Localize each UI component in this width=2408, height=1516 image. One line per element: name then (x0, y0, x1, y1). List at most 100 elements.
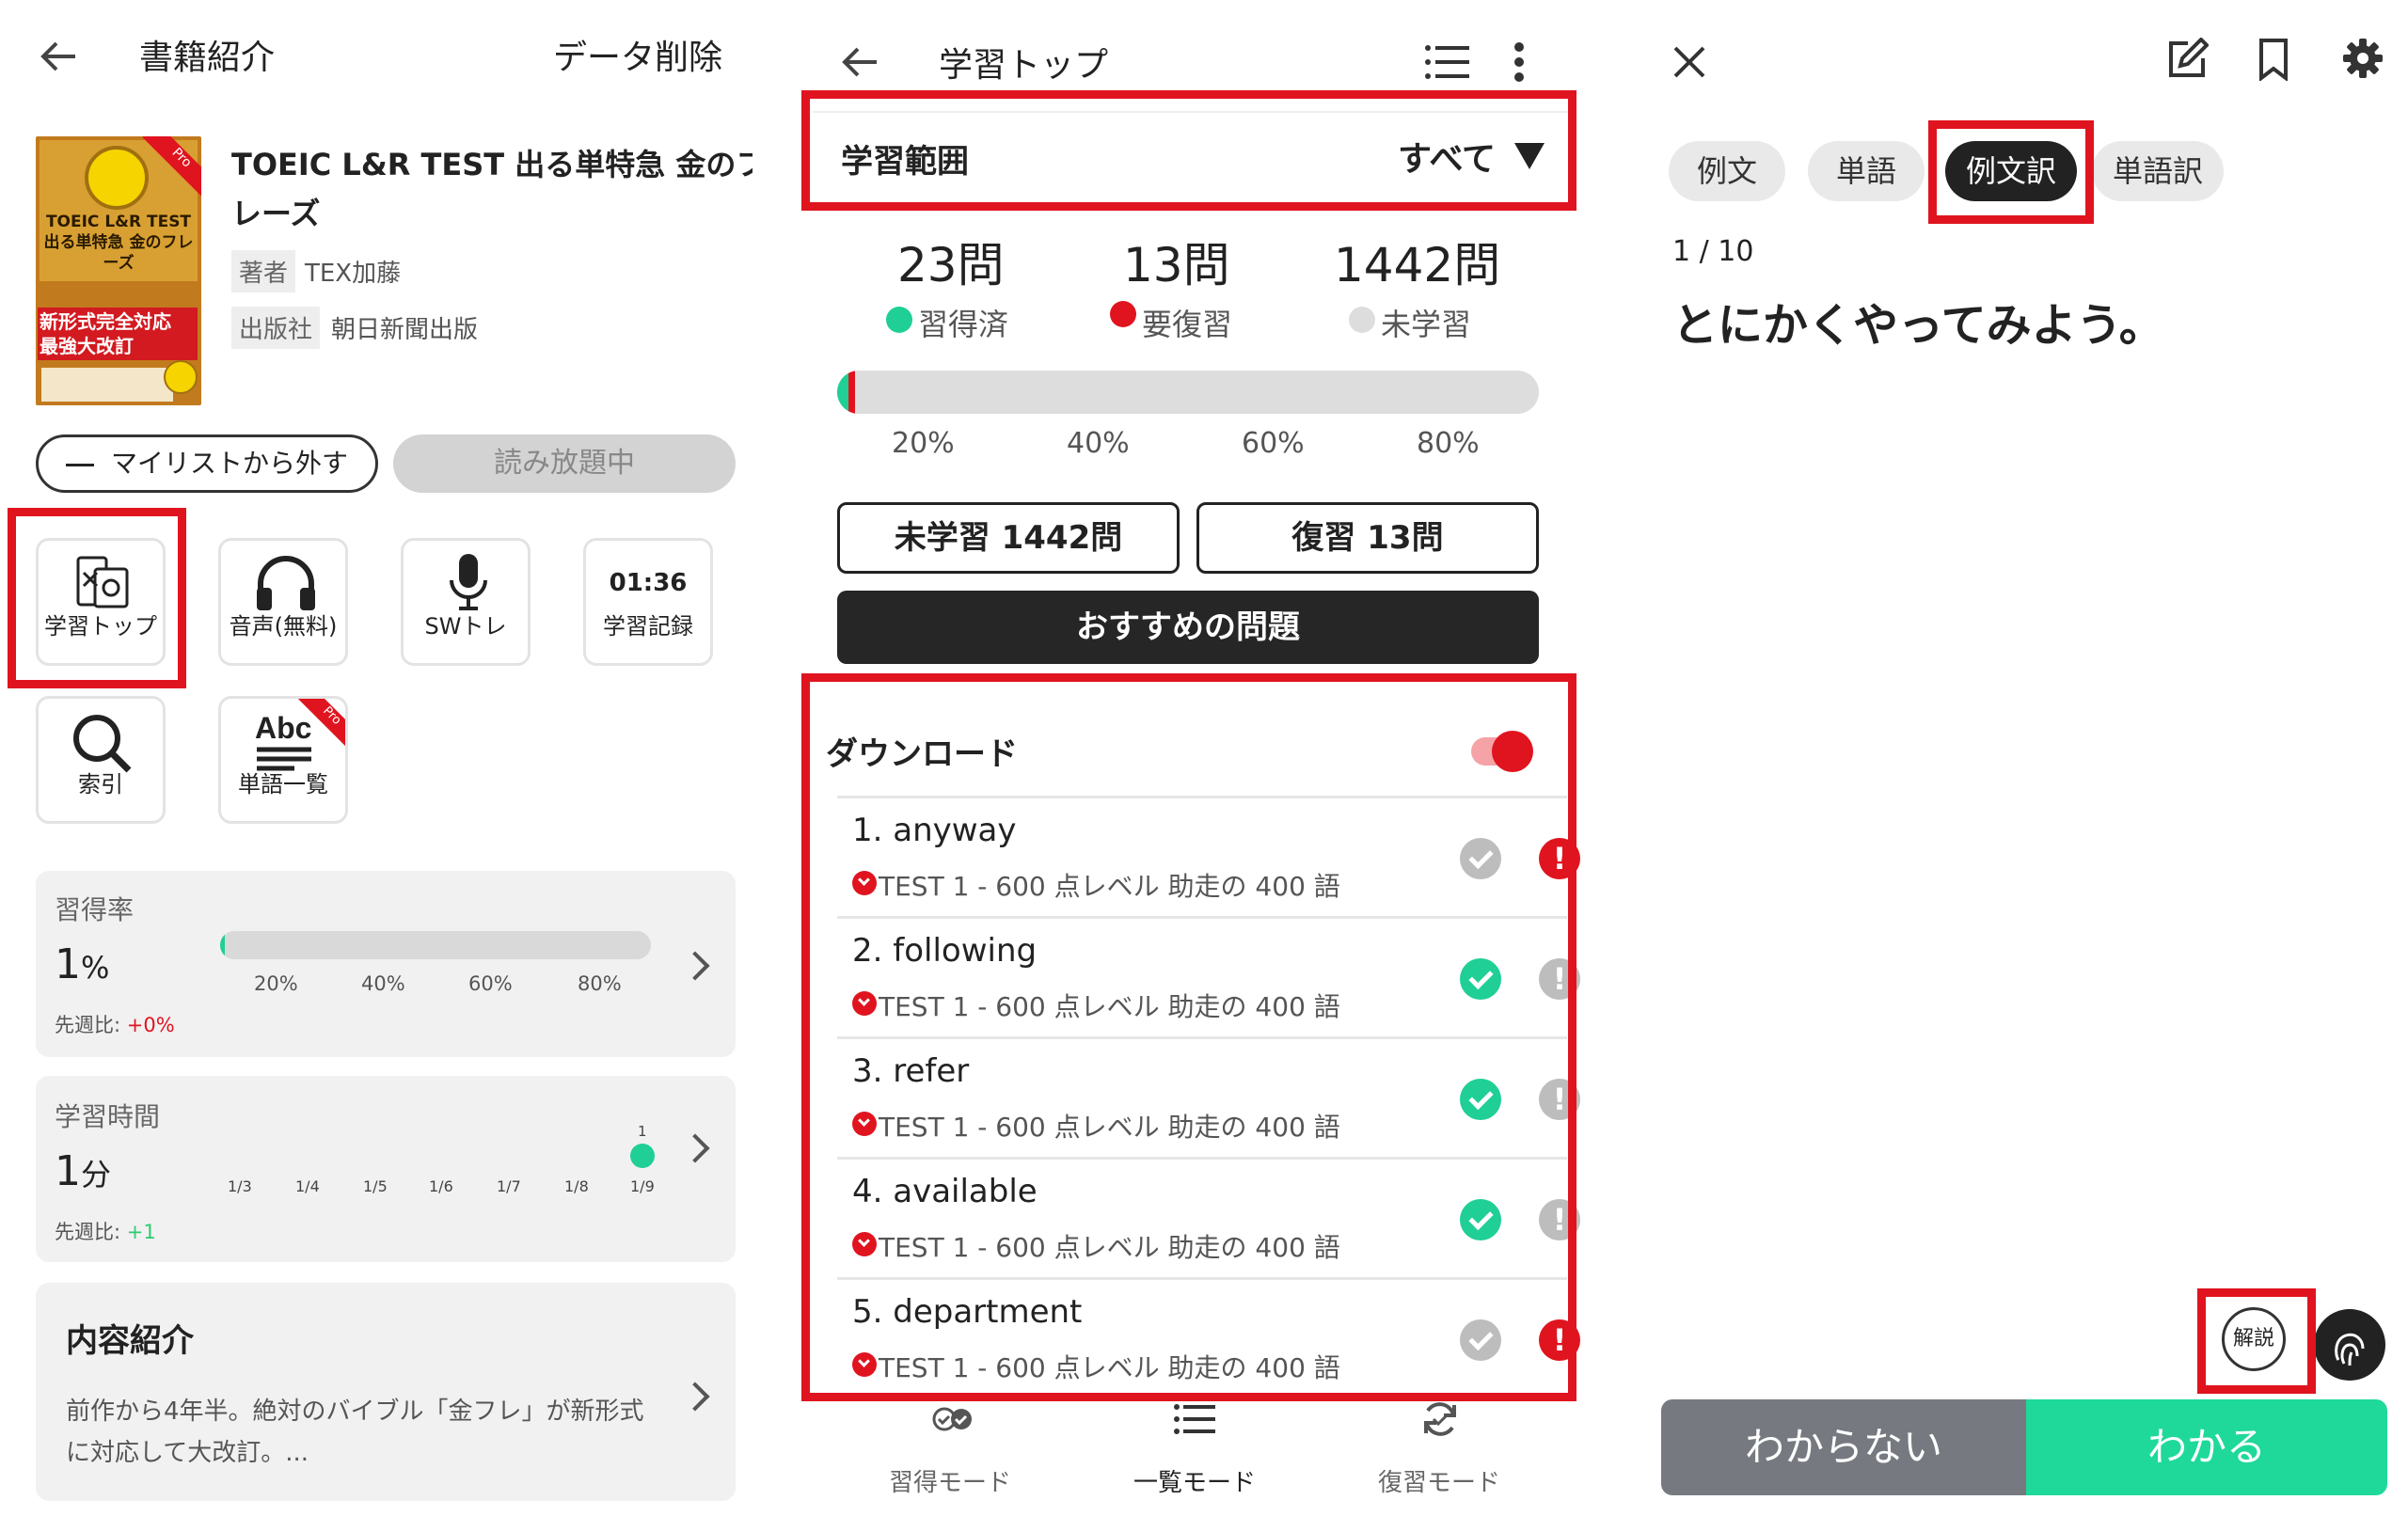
book-cover: Pro TOEIC L&R TEST 出る単特急 金のフレーズ 新形式完全対応 … (36, 136, 201, 405)
recommended-button[interactable]: おすすめの問題 (837, 591, 1539, 664)
study-top-tile[interactable]: 学習トップ (36, 538, 166, 666)
bottom-nav: 習得モード 一覧モード 復習モード (800, 1392, 1590, 1516)
page-title: 学習トップ (939, 46, 1109, 85)
tab-word-translation[interactable]: 単語訳 (2092, 141, 2224, 201)
study-time-point (630, 1144, 655, 1168)
unlearned-button[interactable]: 未学習 1442問 (837, 502, 1180, 574)
book-detail-screen: 書籍紹介 データ削除 Pro TOEIC L&R TEST 出る単特急 金のフレ… (0, 0, 752, 1516)
word-row[interactable]: 3. refer TEST 1 - 600 点レベル 助走の 400 語 ! (837, 1036, 1580, 1157)
check-icon[interactable] (1460, 1319, 1501, 1361)
back-arrow-icon[interactable] (40, 39, 77, 73)
check-icon[interactable] (1460, 1199, 1501, 1240)
progress-tick: 20% (892, 427, 955, 460)
more-vert-icon[interactable] (1513, 41, 1526, 83)
word-subtitle: TEST 1 - 600 点レベル 助走の 400 語 (879, 1352, 1340, 1383)
progress-tick: 60% (1242, 427, 1305, 460)
unlearned-count: 1442問 (1334, 238, 1501, 292)
dont-know-button[interactable]: わからない (1661, 1399, 2026, 1495)
exclamation-icon[interactable]: ! (1539, 958, 1580, 1000)
mastery-tick: 20% (254, 972, 298, 995)
unlimited-reading-button[interactable]: 読み放題中 (393, 434, 736, 493)
toggle-knob (1492, 731, 1533, 772)
word-title: 2. following (852, 932, 1038, 970)
description-line1: 前作から4年半。絶対のバイブル「金フレ」が新形式 (66, 1398, 644, 1426)
tab-example[interactable]: 例文 (1669, 141, 1785, 201)
review-fill (848, 371, 855, 414)
know-button[interactable]: わかる (2026, 1399, 2387, 1495)
word-row[interactable]: 5. department TEST 1 - 600 点レベル 助走の 400 … (837, 1277, 1580, 1398)
review-button[interactable]: 復習 13問 (1196, 502, 1539, 574)
review-count: 13問 (1123, 238, 1230, 292)
svg-text:Abc: Abc (255, 711, 311, 745)
headphones-icon (253, 552, 319, 612)
download-toggle[interactable] (1471, 731, 1533, 772)
word-row[interactable]: 4. available TEST 1 - 600 点レベル 助走の 400 語… (837, 1157, 1580, 1277)
check-icon[interactable] (1460, 958, 1501, 1000)
nav-review-mode[interactable]: 復習モード (1345, 1392, 1533, 1516)
audio-tile[interactable]: 音声(無料) (218, 538, 348, 666)
description-title: 内容紹介 (66, 1322, 194, 1360)
mastery-tick: 60% (468, 972, 513, 995)
study-time-card[interactable]: 学習時間 1分 先週比: +1 1 1/3 1/4 1/5 1/6 1/7 1/… (36, 1076, 736, 1262)
download-label: ダウンロード (826, 735, 1018, 773)
mastery-progress-track (220, 931, 651, 959)
nav-label: 習得モード (888, 1469, 1011, 1497)
author-label: 著者 (231, 250, 296, 292)
sentence-text: とにかくやってみよう。 (1672, 299, 2164, 352)
review-dot (1110, 301, 1136, 327)
exclamation-icon[interactable]: ! (1539, 1199, 1580, 1240)
handwriting-button[interactable] (2314, 1309, 2385, 1381)
nav-label: 復習モード (1377, 1469, 1500, 1497)
chevron-right-icon (680, 1133, 710, 1163)
page-title: 書籍紹介 (139, 39, 276, 77)
study-record-time: 01:36 (609, 569, 688, 597)
flashcard-screen: 例文 単語 例文訳 単語訳 1 / 10 とにかくやってみよう。 解説 わからな… (1627, 0, 2408, 1516)
nav-mastery-mode[interactable]: 習得モード (856, 1392, 1044, 1516)
author-name: TEX加藤 (305, 260, 402, 288)
book-cover-tag: 新形式完全対応 最強大改訂 (38, 308, 198, 360)
progress-tick: 40% (1067, 427, 1130, 460)
mastery-rate-card[interactable]: 習得率 1% 先週比: +0% 20% 40% 60% 80% (36, 871, 736, 1057)
study-time-title: 学習時間 (55, 1101, 161, 1132)
publisher-name: 朝日新聞出版 (331, 316, 479, 344)
word-title: 3. refer (852, 1052, 970, 1090)
exclamation-icon[interactable]: ! (1539, 838, 1580, 879)
list-menu-icon[interactable] (1424, 43, 1471, 81)
word-row[interactable]: 1. anyway TEST 1 - 600 点レベル 助走の 400 語 ! (837, 796, 1580, 916)
word-list-tile[interactable]: Pro Abc 単語一覧 (218, 696, 348, 824)
nav-list-mode[interactable]: 一覧モード (1101, 1392, 1289, 1516)
tab-word[interactable]: 単語 (1808, 141, 1925, 201)
day-label: 1/3 (228, 1177, 252, 1195)
remove-from-mylist-button[interactable]: マイリストから外す (36, 434, 378, 493)
bookmark-icon[interactable] (2258, 38, 2289, 83)
explanation-button[interactable]: 解説 (2222, 1307, 2286, 1371)
gear-icon[interactable] (2342, 38, 2384, 79)
minus-icon (65, 463, 94, 466)
study-time-value: 1分 (55, 1147, 111, 1195)
close-icon[interactable] (1672, 45, 1706, 79)
review-label: 要復習 (1142, 307, 1233, 342)
study-range-selector[interactable]: 学習範囲 すべて (813, 111, 1573, 199)
unlearned-dot (1349, 307, 1375, 333)
study-record-label: 学習記録 (603, 613, 693, 640)
word-row[interactable]: 2. following TEST 1 - 600 点レベル 助走の 400 語… (837, 916, 1580, 1036)
book-cover-medal (85, 146, 149, 210)
exclamation-icon[interactable]: ! (1539, 1079, 1580, 1120)
study-record-tile[interactable]: 01:36 学習記録 (583, 538, 713, 666)
download-icon (852, 1352, 877, 1377)
check-icon[interactable] (1460, 1079, 1501, 1120)
nav-label: 一覧モード (1133, 1469, 1256, 1497)
index-tile[interactable]: 索引 (36, 696, 166, 824)
back-arrow-icon[interactable] (841, 45, 879, 79)
study-time-compare-value: +1 (126, 1221, 156, 1243)
card-counter: 1 / 10 (1672, 235, 1754, 268)
description-card[interactable]: 内容紹介 前作から4年半。絶対のバイブル「金フレ」が新形式 に対応して大改訂。.… (36, 1283, 736, 1501)
exclamation-icon[interactable]: ! (1539, 1319, 1580, 1361)
delete-data-button[interactable]: データ削除 (553, 30, 722, 79)
study-top-icon (74, 554, 133, 610)
edit-icon[interactable] (2165, 37, 2210, 81)
check-icon[interactable] (1460, 838, 1501, 879)
tab-example-translation[interactable]: 例文訳 (1945, 141, 2077, 201)
mastery-rate-unit: % (81, 950, 110, 986)
sw-training-tile[interactable]: SWトレ (401, 538, 531, 666)
